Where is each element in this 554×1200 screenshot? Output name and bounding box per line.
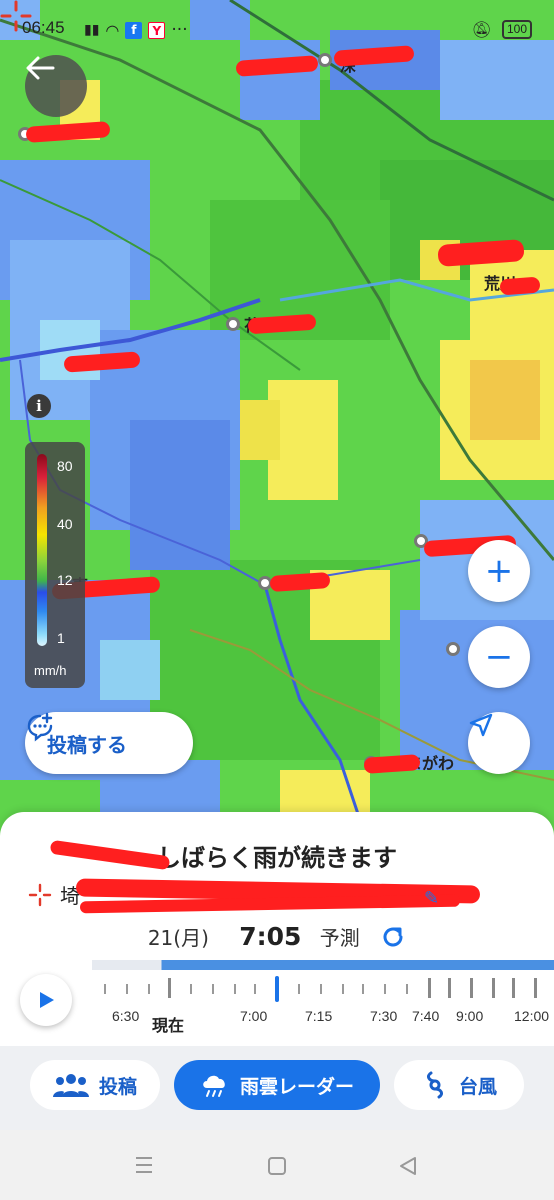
minus-icon: − [484,637,514,677]
timeline-tick [512,978,515,998]
timeline-tick [448,978,451,998]
timeline-current-handle[interactable] [275,976,279,1002]
timeline-tick [534,978,537,998]
timeline-label: 6:30 [112,1008,140,1024]
timeline-tick [492,978,495,998]
forecast-panel: しばらく雨が続きます 埼 ✎ 21(月) 7:05 予測 6:30 現在 7:0… [0,812,554,1052]
plus-icon: + [484,551,514,591]
station-marker[interactable] [226,317,240,331]
timeline-now-label: 現在 [152,1016,185,1035]
status-notification-icons: ▮▮ ◠ f Y ··· [84,20,188,40]
timeline-tick-now [168,978,171,998]
timeline-tick [104,984,106,994]
yahoo-icon: Y [148,21,166,39]
tab-typhoon[interactable]: 台風 [394,1060,524,1110]
back-button[interactable] [25,55,87,117]
timeline-label: 9:00 [456,1008,484,1024]
typhoon-icon [426,1071,443,1099]
timeline-tick [298,984,300,994]
people-icon [52,1074,89,1097]
timeline-tick [320,984,322,994]
timeline-tick [342,984,344,994]
timeline-tick [190,984,192,994]
zoom-out-button[interactable]: − [468,626,530,688]
forecast-day: 21(月) [147,926,209,950]
timeline-label: 12:00 [514,1008,550,1024]
timeline-tick [126,984,128,994]
legend-tick: 1 [57,630,65,646]
timeline-tick [362,984,364,994]
tab-label: 台風 [458,1075,497,1098]
tab-label: 雨雲レーダー [239,1075,354,1098]
rain-radar-map[interactable]: 深 荒川 花 とまがわ 東 i 80 40 12 1 mm/h [0,0,554,840]
forecast-time-row: 21(月) 7:05 予測 [0,922,554,951]
location-row[interactable]: 埼 [28,880,80,909]
more-notifications-icon: ··· [171,20,188,40]
recent-apps-icon[interactable] [134,1156,154,1178]
system-navigation-bar [0,1130,554,1200]
signal-icon: ▮▮ [84,22,100,38]
post-report-button[interactable]: 投稿する [25,712,193,774]
rain-cloud-icon [203,1075,225,1097]
legend-unit: mm/h [34,663,67,678]
timeline-label: 7:30 [370,1008,398,1024]
mute-icon: 🔕︎ [471,20,492,39]
legend-tick: 12 [57,572,73,588]
forecast-mode: 予測 [319,926,360,950]
play-icon [40,992,54,1008]
info-icon[interactable]: i [27,394,51,418]
edit-location-icon[interactable]: ✎ [424,888,439,909]
timeline-progress-bar [92,960,554,970]
battery-indicator: 100 [501,20,532,39]
timeline-label: 7:40 [412,1008,440,1024]
timeline-tick [470,978,473,998]
redaction-mark [499,276,541,296]
home-icon[interactable] [267,1156,287,1180]
wifi-icon: ◠ [105,20,120,40]
timeline-tick [212,984,214,994]
facebook-icon: f [125,21,143,39]
zoom-in-button[interactable]: + [468,540,530,602]
timeline-tick [384,984,386,994]
tab-posts[interactable]: 投稿 [30,1060,160,1110]
timeline-tick [406,984,408,994]
back-arrow-icon [26,56,55,80]
timeline-slider[interactable] [104,976,554,1002]
bottom-tab-bar: 投稿 雨雲レーダー 台風 [0,1046,554,1130]
station-marker[interactable] [446,642,460,656]
timeline-tick [254,984,256,994]
play-button[interactable] [20,974,72,1026]
timeline-label: 7:00 [240,1008,268,1024]
tab-rain-radar[interactable]: 雨雲レーダー [174,1060,380,1110]
location-crosshair-icon [28,883,52,906]
add-comment-icon [27,712,53,742]
timeline-tick [148,984,150,994]
post-button-label: 投稿する [47,732,127,757]
timeline-tick [234,984,236,994]
timeline-label: 7:15 [305,1008,333,1024]
refresh-icon[interactable] [380,924,406,950]
tab-label: 投稿 [98,1075,137,1098]
legend-tick: 40 [57,516,73,532]
current-location-button[interactable] [468,712,530,774]
navigation-arrow-icon [469,713,493,737]
forecast-time: 7:05 [239,922,302,951]
status-time: 06:45 [22,18,65,37]
rain-intensity-legend: 80 40 12 1 mm/h [25,442,85,688]
legend-color-bar [37,454,47,646]
timeline-tick [428,978,431,998]
legend-tick: 80 [57,458,73,474]
status-bar: 06:45 ▮▮ ◠ f Y ··· 🔕︎ 100 [0,0,554,56]
back-nav-icon[interactable] [398,1156,418,1180]
